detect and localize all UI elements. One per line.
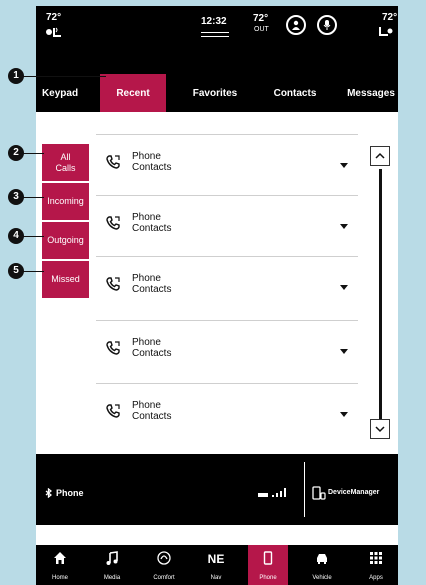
home-icon [54,552,66,564]
callout-leader-line [22,271,44,272]
status-bar: 72° 12:32 72° OUT 72° [36,6,398,48]
clock-underline [201,32,229,33]
phone-call-icon [106,404,120,418]
voice-button[interactable] [317,15,337,35]
phone-tab-bar: Keypad Recent Favorites Contacts Message… [36,74,398,112]
filter-label: Outgoing [47,235,84,245]
signal-strength-icon [258,488,286,497]
grid-icon [370,552,382,564]
phone-label[interactable]: Phone [56,488,84,498]
person-icon [292,20,300,30]
car-icon [317,554,327,564]
outside-temp: 72° [253,13,269,24]
callout-leader-line [22,76,106,77]
nav-apps[interactable]: Apps [356,545,396,585]
callout-2: 2 [8,145,24,161]
row-dropdown-icon[interactable] [340,163,348,168]
tab-recent[interactable]: Recent [100,74,166,112]
bottom-nav: Home Media Comfort NE Nav Phone Vehicle [36,545,398,585]
phone-status-bar: Phone DeviceManager [36,454,398,525]
nav-label: Home [51,575,68,581]
nav-label: Comfort [153,575,175,581]
nav-comfort[interactable]: Comfort [144,545,184,585]
phone-icon [263,551,273,565]
callout-4: 4 [8,228,24,244]
chevron-up-icon [375,152,385,159]
nav-nav[interactable]: NE Nav [196,545,236,585]
device-manager-icon [312,486,326,500]
row-dropdown-icon[interactable] [340,412,348,417]
contact-name: Phone Contacts [132,337,172,359]
tab-keypad[interactable]: Keypad [36,74,84,112]
compass-icon: NE [207,552,225,566]
filter-label: Incoming [47,196,84,206]
microphone-icon [323,20,331,30]
nav-media[interactable]: Media [92,545,132,585]
filter-missed[interactable]: Missed [42,261,89,298]
scroll-up-button[interactable] [370,146,390,166]
recent-call-row[interactable]: Phone Contacts [96,134,358,195]
chevron-down-icon [375,426,385,433]
callout-leader-line [22,197,44,198]
callout-leader-line [22,236,44,237]
callout-leader-line [22,153,44,154]
recent-call-row[interactable]: Phone Contacts [96,320,358,381]
passenger-temp[interactable]: 72° [382,12,397,23]
clock: 12:32 [201,16,227,27]
profile-button[interactable] [286,15,306,35]
row-dropdown-icon[interactable] [340,285,348,290]
nav-label: Media [103,575,121,581]
filter-all-calls[interactable]: All Calls [42,144,89,181]
recent-call-row[interactable]: Phone Contacts [96,256,358,317]
filter-outgoing[interactable]: Outgoing [42,222,89,259]
phone-call-icon [106,216,120,230]
nav-label: Vehicle [312,575,332,581]
clock-underline [201,36,229,37]
music-note-icon [106,551,118,565]
row-dropdown-icon[interactable] [340,349,348,354]
contact-name: Phone Contacts [132,400,172,422]
filter-incoming[interactable]: Incoming [42,183,89,220]
scroll-down-button[interactable] [370,419,390,439]
nav-label: Nav [210,575,222,581]
phone-call-icon [106,277,120,291]
filter-label: Missed [51,274,80,284]
phone-call-icon [106,341,120,355]
seat-heat-icon[interactable] [45,26,65,38]
contact-name: Phone Contacts [132,151,172,173]
nav-home[interactable]: Home [40,545,80,585]
recent-call-row[interactable]: Phone Contacts [96,195,358,256]
callout-3: 3 [8,189,24,205]
bluetooth-icon [45,488,52,498]
outside-label: OUT [254,26,269,33]
row-dropdown-icon[interactable] [340,224,348,229]
nav-label: Apps [369,575,383,581]
filter-label: All Calls [55,151,76,173]
callout-1: 1 [8,68,24,84]
contact-name: Phone Contacts [132,273,172,295]
nav-vehicle[interactable]: Vehicle [302,545,342,585]
callout-5: 5 [8,263,24,279]
tab-messages[interactable]: Messages [344,74,398,112]
contact-name: Phone Contacts [132,212,172,234]
tab-favorites[interactable]: Favorites [180,74,250,112]
scrollbar[interactable] [379,169,382,423]
seat-icon [157,551,171,565]
tab-contacts[interactable]: Contacts [260,74,330,112]
phone-call-icon [106,155,120,169]
nav-label: Phone [259,575,277,581]
uconnect-screen: 72° 12:32 72° OUT 72° Keypad Recent Favo… [36,6,398,585]
recent-call-row[interactable]: Phone Contacts [96,383,358,444]
nav-phone[interactable]: Phone [248,545,288,585]
passenger-seat-icon[interactable] [376,26,394,38]
device-manager-label[interactable]: DeviceManager [328,489,379,496]
driver-temp[interactable]: 72° [46,12,61,23]
